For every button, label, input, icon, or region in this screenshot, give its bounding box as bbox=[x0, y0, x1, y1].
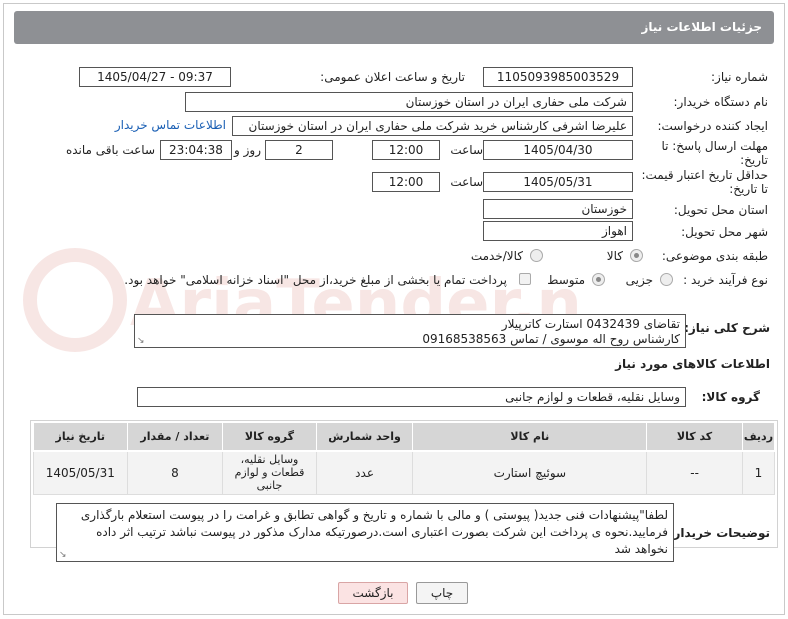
resize-handle-icon[interactable]: ↘ bbox=[137, 337, 145, 346]
col-date-header: تاریخ نیاز bbox=[33, 422, 128, 452]
cell-row: 1 bbox=[741, 450, 776, 495]
description-label: شرح کلی نیاز: bbox=[684, 321, 770, 335]
reply-deadline-time-label: ساعت bbox=[450, 143, 483, 157]
category-option-goods: کالا bbox=[606, 249, 623, 263]
goods-group-label: گروه کالا: bbox=[701, 390, 760, 404]
back-button[interactable]: بازگشت bbox=[338, 582, 408, 604]
announce-datetime-field: 1405/04/27 - 09:37 bbox=[79, 67, 231, 87]
category-option-goods-service: کالا/خدمت bbox=[470, 249, 523, 263]
process-option-minor: جزیی bbox=[625, 273, 653, 287]
description-line-1: تقاضای 0432439 استارت کاترپیلار bbox=[501, 317, 680, 331]
reply-deadline-label-line2: تاریخ: bbox=[740, 153, 768, 167]
reply-deadline-time-field: 12:00 bbox=[372, 140, 440, 160]
treasury-payment-note: پرداخت تمام یا بخشی از مبلغ خرید،از محل … bbox=[124, 273, 507, 287]
cell-qty: 8 bbox=[126, 450, 224, 495]
buyer-org-label: نام دستگاه خریدار: bbox=[673, 95, 769, 109]
category-radio-goods-service[interactable] bbox=[530, 249, 543, 262]
process-type-label: نوع فرآیند خرید : bbox=[683, 273, 768, 287]
price-validity-label-line2: تا تاریخ: bbox=[729, 182, 768, 196]
buyer-org-field: شرکت ملی حفاری ایران در استان خوزستان bbox=[185, 92, 633, 112]
remaining-time-field: 23:04:38 bbox=[160, 140, 232, 160]
need-number-field: 1105093985003529 bbox=[483, 67, 633, 87]
description-field: تقاضای 0432439 استارت کاترپیلار کارشناس … bbox=[134, 314, 686, 348]
goods-group-field: وسایل نقلیه، قطعات و لوازم جانبی bbox=[137, 387, 686, 407]
col-name-header: نام کالا bbox=[412, 422, 648, 452]
cell-name: سوئیچ استارت bbox=[412, 450, 648, 495]
buyer-notes-label: توضیحات خریدار: bbox=[668, 526, 770, 540]
col-unit-header: واحد شمارش bbox=[315, 422, 414, 452]
buyer-contact-link[interactable]: اطلاعات تماس خریدار bbox=[115, 118, 226, 132]
requester-field: علیرضا اشرفی کارشناس خرید شرکت ملی حفاری… bbox=[232, 116, 633, 136]
category-radio-goods[interactable] bbox=[630, 249, 643, 262]
reply-deadline-days-field: 2 bbox=[265, 140, 333, 160]
cell-code: -- bbox=[646, 450, 743, 495]
col-row-header: ردیف bbox=[741, 422, 776, 452]
print-button[interactable]: چاپ bbox=[416, 582, 468, 604]
treasury-payment-checkbox[interactable] bbox=[519, 273, 531, 285]
process-option-medium: متوسط bbox=[547, 273, 585, 287]
col-code-header: کد کالا bbox=[646, 422, 743, 452]
requester-label: ایجاد کننده درخواست: bbox=[657, 119, 768, 133]
price-validity-label-line1: حداقل تاریخ اعتبار قیمت: bbox=[641, 168, 768, 182]
page-header: جزئیات اطلاعات نیاز bbox=[14, 11, 774, 44]
remaining-time-label: ساعت باقی مانده bbox=[65, 143, 155, 157]
resize-handle-icon[interactable]: ↘ bbox=[59, 551, 67, 560]
reply-deadline-date-field: 1405/04/30 bbox=[483, 140, 633, 160]
process-radio-medium[interactable] bbox=[592, 273, 605, 286]
buyer-notes-text: لطفا"پیشنهادات فنی جدید( پیوستی ) و مالی… bbox=[80, 508, 668, 556]
description-line-2: کارشناس روح اله موسوی / تماس 09168538563 bbox=[422, 332, 680, 346]
need-number-label: شماره نیاز: bbox=[711, 70, 768, 84]
price-validity-time-field: 12:00 bbox=[372, 172, 440, 192]
reply-deadline-days-label: روز و bbox=[234, 143, 261, 157]
cell-unit: عدد bbox=[315, 450, 414, 495]
price-validity-date-field: 1405/05/31 bbox=[483, 172, 633, 192]
delivery-city-field: اهواز bbox=[483, 221, 633, 241]
table-row: 1 -- سوئیچ استارت عدد وسایل نقلیه، قطعات… bbox=[33, 450, 776, 495]
cell-group: وسایل نقلیه، قطعات و لوازم جانبی bbox=[222, 450, 317, 495]
cell-date: 1405/05/31 bbox=[33, 450, 128, 495]
reply-deadline-label-line1: مهلت ارسال پاسخ: تا bbox=[661, 139, 768, 153]
delivery-city-label: شهر محل تحویل: bbox=[681, 225, 768, 239]
category-label: طبقه بندی موضوعی: bbox=[661, 249, 768, 263]
process-radio-minor[interactable] bbox=[660, 273, 673, 286]
delivery-province-field: خوزستان bbox=[483, 199, 633, 219]
delivery-province-label: استان محل تحویل: bbox=[673, 203, 768, 217]
goods-table: ردیف کد کالا نام کالا واحد شمارش گروه کا… bbox=[33, 422, 776, 495]
announce-datetime-label: تاریخ و ساعت اعلان عمومی: bbox=[320, 70, 465, 84]
price-validity-time-label: ساعت bbox=[450, 175, 483, 189]
col-group-header: گروه کالا bbox=[222, 422, 317, 452]
buyer-notes-field: لطفا"پیشنهادات فنی جدید( پیوستی ) و مالی… bbox=[56, 503, 674, 562]
page-title: جزئیات اطلاعات نیاز bbox=[641, 20, 762, 34]
goods-section-title: اطلاعات کالاهای مورد نیاز bbox=[615, 357, 770, 371]
col-qty-header: تعداد / مقدار bbox=[126, 422, 224, 452]
